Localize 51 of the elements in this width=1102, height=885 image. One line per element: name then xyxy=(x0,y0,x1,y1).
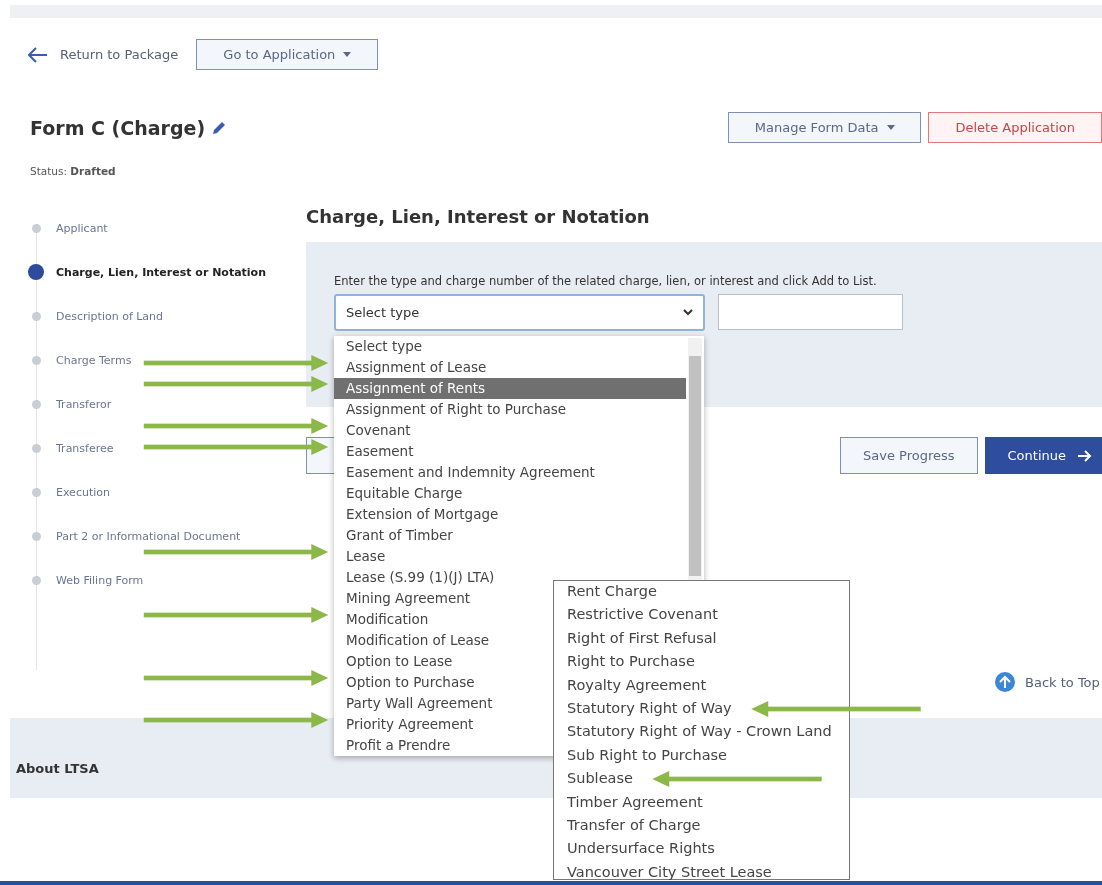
step-label[interactable]: Charge Terms xyxy=(56,353,132,367)
save-progress-button[interactable]: Save Progress xyxy=(840,437,978,474)
dropdown-option[interactable]: Covenant xyxy=(334,420,686,441)
step-label[interactable]: Transferor xyxy=(56,397,112,411)
list-option[interactable]: Sublease xyxy=(567,768,633,790)
instruction-text: Enter the type and charge number of the related charge, lien, or interest and click Add to List. xyxy=(334,274,878,288)
caret-icon xyxy=(343,52,352,57)
charge-number-field[interactable] xyxy=(718,294,903,330)
list-option[interactable]: Undersurface Rights xyxy=(567,838,715,860)
step-label[interactable]: Execution xyxy=(56,485,110,499)
dropdown-option[interactable]: Equitable Charge xyxy=(334,483,686,504)
delete-application-button[interactable]: Delete Application xyxy=(928,112,1102,143)
section-heading: Charge, Lien, Interest or Notation xyxy=(306,206,651,229)
type-select[interactable]: Select type xyxy=(334,294,705,331)
footer-title: About LTSA xyxy=(16,761,99,776)
dropdown-option[interactable]: Assignment of Lease xyxy=(334,357,686,378)
step-label[interactable]: Transferee xyxy=(56,441,114,455)
dropdown-option[interactable]: Grant of Timber xyxy=(334,525,686,546)
list-option[interactable]: Restrictive Covenant xyxy=(567,604,718,626)
list-option[interactable]: Statutory Right of Way - Crown Land xyxy=(567,721,832,743)
list-option[interactable]: Right of First Refusal xyxy=(567,627,717,649)
go-to-application-button[interactable]: Go to Application xyxy=(196,39,379,70)
dropdown-option[interactable]: Extension of Mortgage xyxy=(334,504,686,525)
step-label[interactable]: Applicant xyxy=(56,221,108,235)
step-label[interactable]: Web Filing Form xyxy=(56,573,144,587)
back-to-top-link[interactable]: Back to Top xyxy=(995,672,1102,692)
chevron-icon xyxy=(683,309,693,316)
status-text: Status: Drafted xyxy=(30,165,117,177)
caret-icon xyxy=(886,125,895,130)
list-option[interactable]: Rent Charge xyxy=(567,581,657,602)
dropdown-option[interactable]: Lease xyxy=(334,546,686,567)
dropdown-option[interactable]: Select type xyxy=(334,336,686,357)
dropdown-option[interactable]: Easement and Indemnity Agreement xyxy=(334,462,686,483)
arrow-right-icon xyxy=(1078,449,1092,462)
continue-button[interactable]: Continue xyxy=(984,437,1102,474)
list-option[interactable]: Transfer of Charge xyxy=(567,814,701,836)
form-title: Form C (Charge) xyxy=(30,116,206,139)
pencil-icon[interactable] xyxy=(211,119,228,136)
list-option[interactable]: Royalty Agreement xyxy=(567,674,707,696)
list-option[interactable]: Timber Agreement xyxy=(567,791,703,813)
back-arrow-icon[interactable] xyxy=(28,46,48,63)
return-link[interactable]: Return to Package xyxy=(60,47,179,62)
list-option[interactable]: Vancouver City Street Lease xyxy=(567,861,772,883)
list-option[interactable]: Statutory Right of Way xyxy=(567,697,732,719)
list-option[interactable]: Sub Right to Purchase xyxy=(567,744,727,766)
list-option[interactable]: Right to Purchase xyxy=(567,651,695,673)
step-label[interactable]: Description of Land xyxy=(56,309,164,323)
step-label[interactable]: Charge, Lien, Interest or Notation xyxy=(56,265,266,279)
manage-form-data-button[interactable]: Manage Form Data xyxy=(728,112,922,143)
step-label[interactable]: Part 2 or Informational Document xyxy=(56,529,241,543)
dropdown-option[interactable]: Assignment of Right to Purchase xyxy=(334,399,686,420)
